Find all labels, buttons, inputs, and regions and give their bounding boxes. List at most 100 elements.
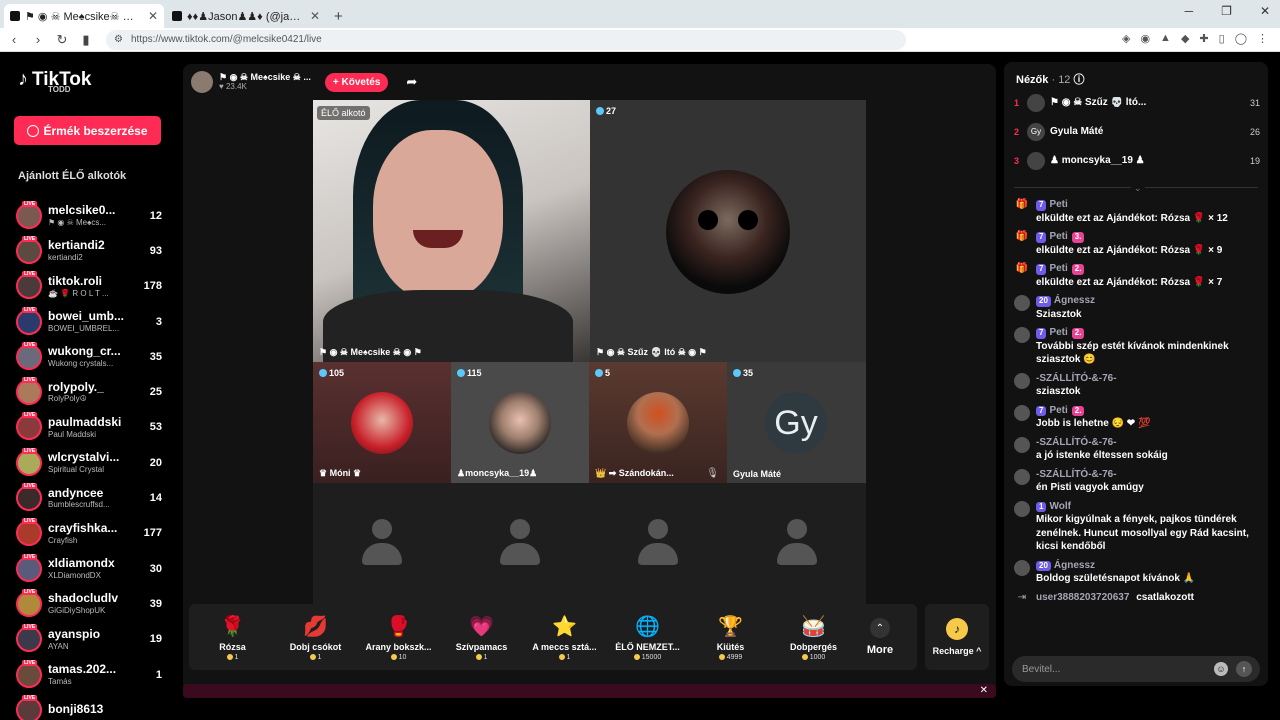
sidebar-creator-item[interactable]: LIVE tiktok.roli ☕ 🌹 R O L T ... 178 — [16, 269, 162, 304]
gift-item[interactable]: 💋 Dobj csókot 1 — [274, 614, 357, 661]
recharge-button[interactable]: ♪ Recharge ^ — [925, 604, 989, 670]
chat-username[interactable]: Ágnessz — [1054, 560, 1095, 571]
sidebar-icon[interactable]: ▯ — [1219, 32, 1225, 45]
host-name[interactable]: ⚑ ◉ ☠ Me♠csike ☠ ... — [219, 72, 311, 83]
share-icon[interactable]: ➦ — [406, 74, 417, 90]
site-info-icon[interactable]: ⚙ — [114, 34, 123, 45]
chat-username[interactable]: -SZÁLLÍTÓ-&-76- — [1036, 437, 1117, 448]
chat-username[interactable]: Peti — [1049, 199, 1067, 210]
gift-item[interactable]: 🥊 Arany bokszk... 10 — [357, 614, 440, 661]
chat-username[interactable]: -SZÁLLÍTÓ-&-76- — [1036, 373, 1117, 384]
top-viewer-row[interactable]: 3 ♟ moncsyka__19 ♟ 19 — [1014, 146, 1260, 175]
sidebar-creator-item[interactable]: LIVE wukong_cr... Wukong crystals... 35 — [16, 339, 162, 374]
sidebar-creator-item[interactable]: LIVE ayanspio AYAN 19 — [16, 622, 162, 657]
extension-icon[interactable]: ◆ — [1181, 32, 1189, 45]
glove-icon: 🥊 — [386, 616, 411, 638]
chat-avatar[interactable] — [1014, 468, 1030, 485]
gift-item[interactable]: 🌹 Rózsa 1 — [191, 614, 274, 661]
browser-tab-2[interactable]: ♦♦♟Jason♟♟♦ (@jason_san ✕ — [166, 4, 326, 28]
new-tab-icon[interactable]: + — [334, 8, 343, 25]
menu-icon[interactable]: ⋮ — [1257, 32, 1268, 45]
gift-item[interactable]: 🥁 Dobpergés 1000 — [772, 614, 855, 661]
sidebar-creator-item[interactable]: LIVE kertiandi2 kertiandi2 93 — [16, 233, 162, 268]
info-icon[interactable]: ⓘ — [1074, 74, 1085, 86]
empty-seat[interactable] — [727, 483, 866, 604]
chat-avatar[interactable] — [1014, 500, 1030, 517]
chat-avatar[interactable] — [1014, 404, 1030, 421]
guest-video-skull[interactable]: 27 ⚑ ◉ ☠ Szűz 💀 ltó ☠ ◉ ⚑ — [590, 100, 866, 362]
maximize-icon[interactable]: ❐ — [1221, 4, 1232, 18]
sidebar-creator-item[interactable]: LIVE bowei_umb... BOWEI_UMBREL... 3 — [16, 304, 162, 339]
follow-button[interactable]: + Követés — [324, 72, 389, 92]
profile-icon[interactable]: ◯ — [1235, 32, 1247, 45]
back-icon[interactable]: ‹ — [4, 32, 24, 47]
emoji-icon[interactable]: ☺ — [1214, 662, 1228, 676]
creator-avatar: LIVE — [16, 553, 42, 582]
chevron-down-icon[interactable]: ⌄ — [1131, 183, 1145, 194]
more-gifts-button[interactable]: ⌃ More — [855, 618, 905, 656]
extension-icon[interactable]: ▲ — [1160, 32, 1171, 45]
sidebar-creator-item[interactable]: LIVE bonji8613 — [16, 692, 162, 720]
chat-input[interactable]: Bevitel... ☺ ↑ — [1012, 656, 1260, 682]
chat-username[interactable]: Peti — [1049, 231, 1067, 242]
top-viewer-row[interactable]: 2 Gy Gyula Máté 26 — [1014, 117, 1260, 146]
creator-info: paulmaddski Paul Maddski — [48, 416, 134, 439]
extension-icon[interactable]: ◉ — [1140, 32, 1150, 45]
sidebar-creator-item[interactable]: LIVE andyncee Bumblescruffsd... 14 — [16, 480, 162, 515]
message-text: Jobb is lehetne 😔 ❤ 💯 — [1036, 418, 1151, 429]
sidebar-creator-item[interactable]: LIVE paulmaddski Paul Maddski 53 — [16, 410, 162, 445]
chat-avatar[interactable] — [1014, 327, 1030, 343]
chat-username[interactable]: Peti — [1049, 405, 1067, 416]
get-coins-button[interactable]: Érmék beszerzése — [14, 116, 161, 145]
viewers-title[interactable]: Nézők · 12 ⓘ — [1016, 71, 1085, 87]
chat-username[interactable]: user3888203720637 — [1036, 592, 1129, 603]
sidebar-creator-item[interactable]: LIVE xldiamondx XLDiamondDX 30 — [16, 551, 162, 586]
minimize-icon[interactable]: ─ — [1185, 4, 1194, 18]
chat-username[interactable]: -SZÁLLÍTÓ-&-76- — [1036, 469, 1117, 480]
main-host-video[interactable]: ÉLŐ alkotó ⚑ ◉ ☠ Me♠csike ☠ ◉ ⚑ — [313, 100, 590, 362]
forward-icon[interactable]: › — [28, 32, 48, 47]
sidebar-creator-item[interactable]: LIVE tamas.202... Tamás 1 — [16, 657, 162, 692]
bookmark-icon[interactable]: ▮ — [76, 32, 96, 48]
puzzle-icon[interactable]: ✚ — [1199, 32, 1208, 45]
send-icon[interactable]: ↑ — [1236, 661, 1252, 677]
reload-icon[interactable]: ↻ — [52, 32, 72, 48]
sidebar-creator-item[interactable]: LIVE shadocludlv GiGiDiyShopUK 39 — [16, 586, 162, 621]
chat-avatar[interactable] — [1014, 559, 1030, 576]
chat-avatar[interactable] — [1014, 372, 1030, 389]
creator-subtitle: Crayfish — [48, 535, 78, 545]
guest-tile[interactable]: 115 ♟moncsyka__19♟ — [451, 362, 589, 483]
url-field[interactable]: ⚙ https://www.tiktok.com/@melcsike0421/l… — [106, 29, 906, 50]
top-viewer-row[interactable]: 1 ⚑ ◉ ☠ Szűz 💀 ltó... 31 — [1014, 88, 1260, 117]
empty-seat[interactable] — [451, 483, 589, 604]
gift-item[interactable]: ⭐ A meccs sztá... 1 — [523, 614, 606, 661]
browser-tab-active[interactable]: ⚑ ◉ ☠ Me♠csike☠ ◉ ⚑ ✕ — [4, 4, 164, 28]
chat-username[interactable]: Peti — [1049, 263, 1067, 274]
chat-avatar[interactable] — [1014, 295, 1030, 311]
guest-tile[interactable]: 35 Gy Gyula Máté — [727, 362, 866, 483]
chat-username[interactable]: Ágnessz — [1054, 295, 1095, 306]
gift-item[interactable]: 🏆 Kiütés 4999 — [689, 614, 772, 661]
guest-tile[interactable]: 105 ♛ Móni ♛ — [313, 362, 451, 483]
skull-eye — [698, 210, 718, 230]
gift-item[interactable]: 🌐 ÉLŐ NEMZET... 15000 — [606, 614, 689, 661]
guest-tile[interactable]: 5 👑 ➡ Szándokán... 🎙 — [589, 362, 727, 483]
banner-close-icon[interactable]: ✕ — [980, 685, 988, 696]
sidebar-creator-item[interactable]: LIVE crayfishka... Crayfish 177 — [16, 516, 162, 551]
window-close-icon[interactable]: ✕ — [1260, 4, 1270, 18]
sidebar-creator-item[interactable]: LIVE wlcrystalvi... Spiritual Crystal 20 — [16, 445, 162, 480]
extension-icon[interactable]: ◈ — [1122, 32, 1130, 45]
tab-close-icon[interactable]: ✕ — [148, 9, 158, 23]
empty-seat[interactable] — [589, 483, 727, 604]
sidebar-creator-item[interactable]: LIVE melcsike0... ⚑ ◉ ☠ Me♠cs... 12 — [16, 198, 162, 233]
host-avatar[interactable] — [191, 71, 213, 93]
gift-item[interactable]: 💗 Szívpamacs 1 — [440, 614, 523, 661]
chat-username[interactable]: Peti — [1049, 327, 1067, 338]
sidebar-creator-item[interactable]: LIVE rolypoly._ RolyPoly☮ 25 — [16, 374, 162, 409]
chat-username[interactable]: Wolf — [1049, 501, 1070, 512]
gift-icon: 🎁 — [1015, 231, 1029, 242]
chat-avatar[interactable] — [1014, 436, 1030, 453]
tab-close-icon[interactable]: ✕ — [310, 9, 320, 23]
kiss-icon: 💋 — [303, 616, 328, 638]
empty-seat[interactable] — [313, 483, 451, 604]
